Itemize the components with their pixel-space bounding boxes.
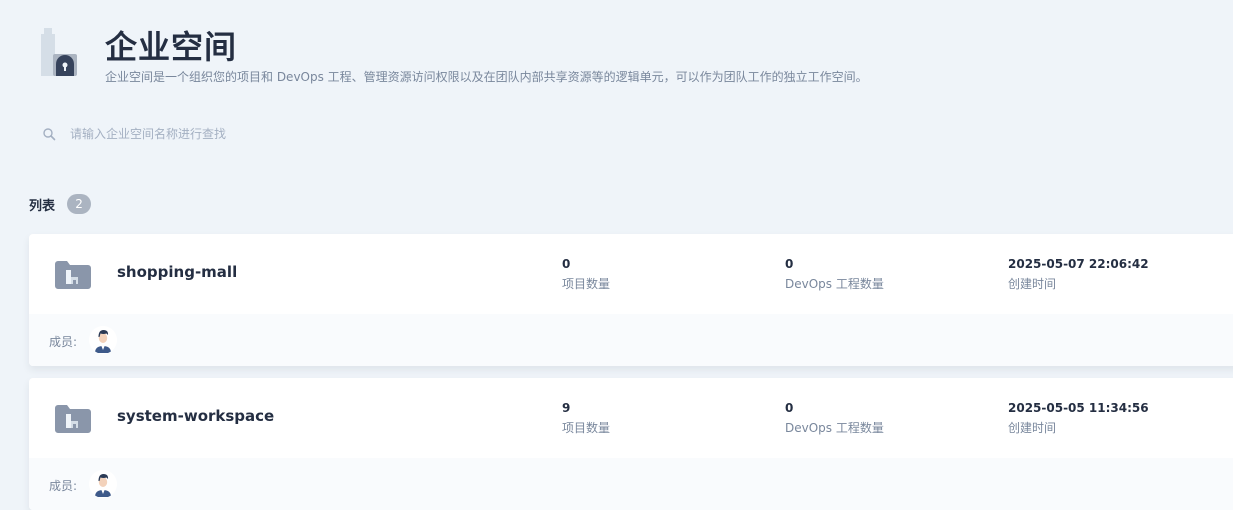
devops-count: 0 [785,257,794,271]
members-label: 成员: [49,479,78,493]
list-count-badge: 2 [67,194,92,214]
page-banner: 企业空间 企业空间是一个组织您的项目和 DevOps 工程、管理资源访问权限以及… [0,0,1233,110]
devops-label: DevOps 工程数量 [785,421,884,435]
workspace-card-footer: 成员: [29,458,1233,510]
members-label: 成员: [49,335,78,349]
page-title: 企业空间 [105,28,238,66]
workspace-card[interactable]: shopping-mall 0 项目数量 0 DevOps 工程数量 2025-… [29,234,1233,366]
devops-stat: 0 DevOps 工程数量 [785,256,884,293]
projects-stat: 9 项目数量 [562,400,610,437]
page-description: 企业空间是一个组织您的项目和 DevOps 工程、管理资源访问权限以及在团队内部… [105,70,868,84]
created-time-label: 创建时间 [1008,421,1057,435]
devops-stat: 0 DevOps 工程数量 [785,400,884,437]
projects-label: 项目数量 [562,277,611,291]
devops-label: DevOps 工程数量 [785,277,884,291]
list-title: 列表 [29,198,56,214]
created-time: 2025-05-05 11:34:56 [1008,401,1149,415]
devops-count: 0 [785,401,794,415]
created-time-stat: 2025-05-05 11:34:56 创建时间 [1008,400,1149,437]
projects-stat: 0 项目数量 [562,256,610,293]
workspace-card[interactable]: system-workspace 9 项目数量 0 DevOps 工程数量 20… [29,378,1233,510]
workspace-building-icon [41,28,77,76]
created-time-stat: 2025-05-07 22:06:42 创建时间 [1008,256,1149,293]
projects-count: 9 [562,401,571,415]
workspace-folder-icon [55,261,91,289]
search-icon [43,128,56,141]
workspace-card-footer: 成员: [29,314,1233,366]
projects-label: 项目数量 [562,421,611,435]
member-avatar[interactable] [89,326,117,354]
workspace-name[interactable]: shopping-mall [117,263,237,281]
created-time: 2025-05-07 22:06:42 [1008,257,1149,271]
workspace-card-main[interactable]: shopping-mall 0 项目数量 0 DevOps 工程数量 2025-… [29,234,1233,314]
workspace-card-main[interactable]: system-workspace 9 项目数量 0 DevOps 工程数量 20… [29,378,1233,458]
member-avatar[interactable] [89,470,117,498]
search-bar[interactable] [30,116,1233,152]
list-header: 列表 2 [29,194,92,214]
created-time-label: 创建时间 [1008,277,1057,291]
workspace-folder-icon [55,405,91,433]
search-input[interactable] [70,116,770,152]
workspace-name[interactable]: system-workspace [117,407,274,425]
projects-count: 0 [562,257,571,271]
